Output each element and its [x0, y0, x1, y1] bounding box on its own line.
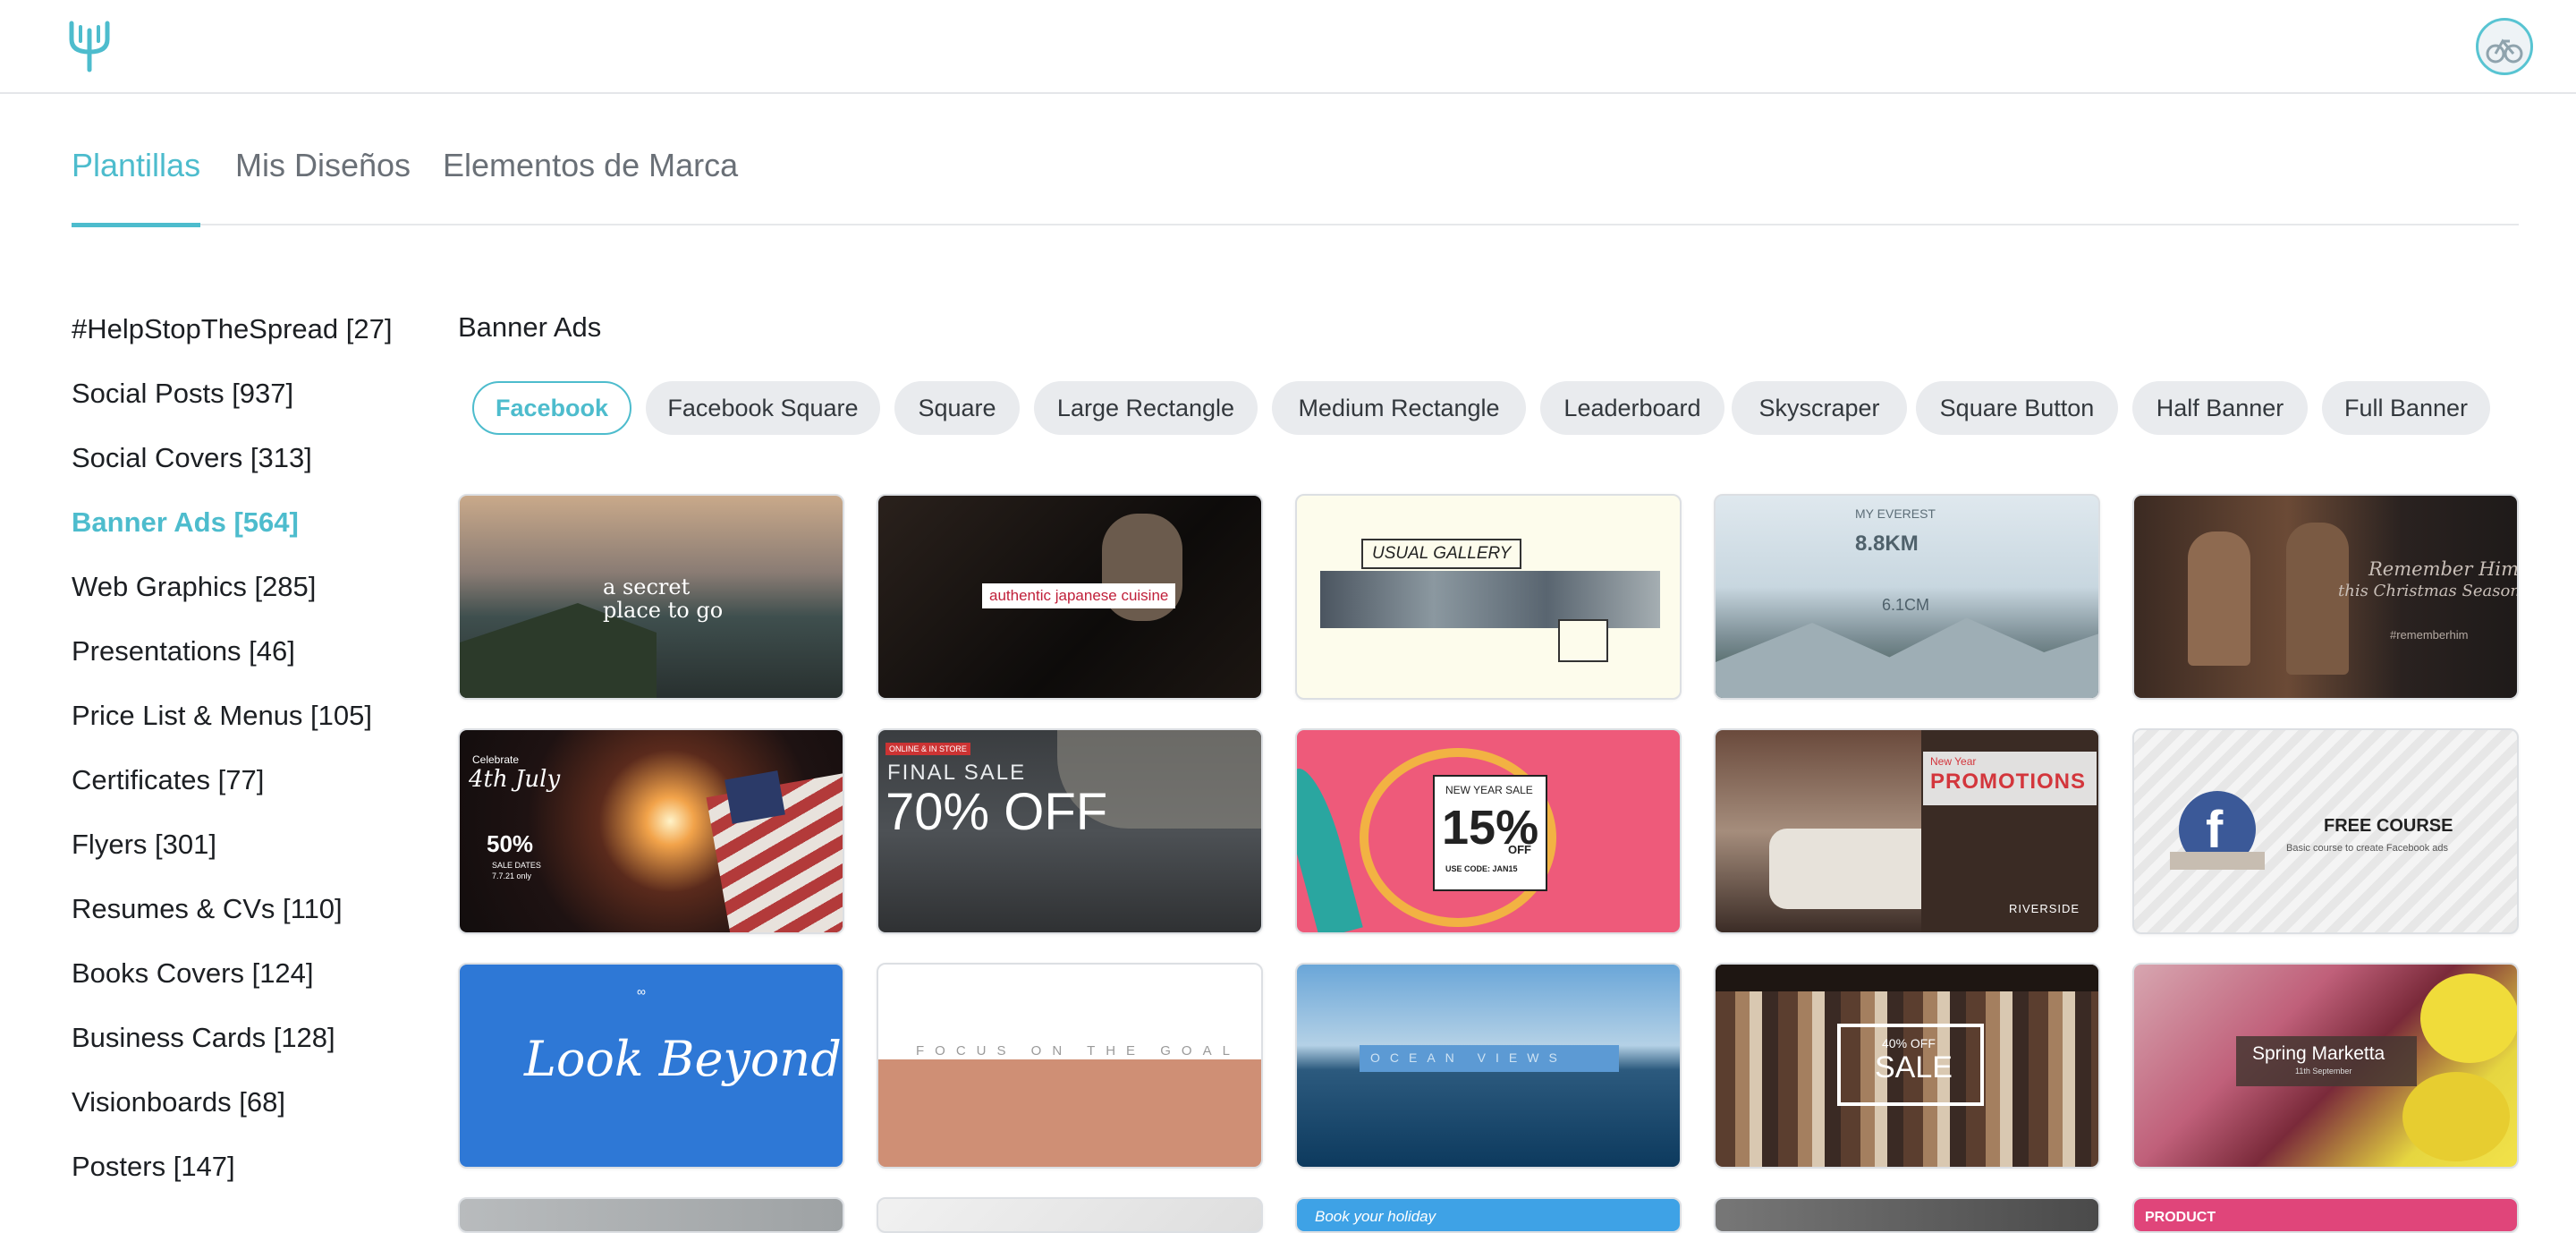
- card-text: 7.7.21 only: [492, 872, 532, 880]
- card-text: 70% OFF: [886, 783, 1108, 841]
- card-text: #rememberhim: [2390, 628, 2469, 642]
- card-text: New Year: [1930, 755, 1977, 768]
- card-text: OFF: [1508, 843, 1531, 856]
- template-card[interactable]: NEW YEAR SALE 15% OFF USE CODE: JAN15: [1295, 728, 1682, 934]
- card-text: MY EVEREST: [1855, 506, 1936, 521]
- card-text: USUAL GALLERY: [1361, 539, 1522, 569]
- chip-full-banner[interactable]: Full Banner: [2322, 381, 2490, 435]
- card-text: 11th September: [2295, 1067, 2352, 1076]
- template-card[interactable]: [458, 1197, 844, 1233]
- card-text: Look Beyond: [524, 1031, 842, 1087]
- card-text: Book your holiday: [1315, 1208, 1436, 1225]
- card-text: 50%: [487, 830, 534, 857]
- card-text: PRODUCT: [2145, 1210, 2216, 1225]
- template-card[interactable]: Celebrate 4th July 50% SALE DATES 7.7.21…: [458, 728, 844, 934]
- card-text: Spring Marketta: [2252, 1043, 2385, 1064]
- template-card[interactable]: authentic japanese cuisine: [877, 494, 1263, 700]
- template-card[interactable]: New Year PROMOTIONS RIVERSIDE: [1714, 728, 2100, 934]
- chip-large-rectangle[interactable]: Large Rectangle: [1034, 381, 1258, 435]
- card-text: Celebrate: [472, 753, 520, 766]
- card-text: authentic japanese cuisine: [982, 583, 1176, 608]
- template-card[interactable]: Spring Marketta 11th September: [2132, 963, 2519, 1169]
- sidebar-item-presentations[interactable]: Presentations [46]: [72, 635, 295, 675]
- card-text: ONLINE & IN STORE: [886, 743, 970, 755]
- main-tabs: Plantillas Mis Diseños Elementos de Marc…: [72, 134, 2519, 227]
- card-text: a secret: [603, 574, 691, 599]
- card-text: PROMOTIONS: [1930, 770, 2087, 794]
- brand-logo-icon[interactable]: [68, 20, 111, 73]
- template-card[interactable]: [877, 1197, 1263, 1233]
- card-text: SALE DATES: [492, 861, 541, 870]
- sidebar-item-flyers[interactable]: Flyers [301]: [72, 829, 216, 868]
- chip-half-banner[interactable]: Half Banner: [2132, 381, 2308, 435]
- facebook-icon: f: [2206, 801, 2224, 859]
- sidebar-item-web-graphics[interactable]: Web Graphics [285]: [72, 571, 316, 610]
- template-card[interactable]: a secret place to go: [458, 494, 844, 700]
- card-text: RIVERSIDE: [2009, 902, 2080, 915]
- template-card[interactable]: USUAL GALLERY: [1295, 494, 1682, 700]
- sidebar-item-books-covers[interactable]: Books Covers [124]: [72, 957, 314, 997]
- card-text: USE CODE: JAN15: [1445, 864, 1518, 873]
- template-card[interactable]: 40% OFF SALE: [1714, 963, 2100, 1169]
- card-text: 6.1CM: [1882, 596, 1930, 614]
- card-text: Basic course to create Facebook ads: [2286, 843, 2448, 854]
- sidebar-item-helpstopthespread[interactable]: #HelpStopTheSpread [27]: [72, 313, 392, 353]
- chip-medium-rectangle[interactable]: Medium Rectangle: [1272, 381, 1526, 435]
- card-text: SALE: [1875, 1050, 1953, 1084]
- top-bar: [0, 0, 2576, 94]
- card-text: place to go: [603, 598, 724, 623]
- glasses-icon: ∞: [637, 984, 646, 999]
- chip-facebook[interactable]: Facebook: [472, 381, 631, 435]
- template-card[interactable]: FOCUS ON THE GOAL: [877, 963, 1263, 1169]
- sidebar-item-social-covers[interactable]: Social Covers [313]: [72, 442, 312, 481]
- sidebar-item-price-list-menus[interactable]: Price List & Menus [105]: [72, 700, 372, 739]
- template-card[interactable]: Remember Him this Christmas Season #reme…: [2132, 494, 2519, 700]
- chip-square-button[interactable]: Square Button: [1916, 381, 2118, 435]
- template-card[interactable]: OCEAN VIEWS: [1295, 963, 1682, 1169]
- chip-facebook-square[interactable]: Facebook Square: [646, 381, 880, 435]
- card-text: OCEAN VIEWS: [1370, 1050, 1567, 1065]
- user-avatar-icon[interactable]: [2476, 18, 2533, 75]
- sidebar-item-resumes-cvs[interactable]: Resumes & CVs [110]: [72, 893, 343, 932]
- card-text: FOCUS ON THE GOAL: [916, 1043, 1241, 1059]
- sidebar-item-business-cards[interactable]: Business Cards [128]: [72, 1022, 335, 1061]
- card-text: 4th July: [469, 766, 561, 793]
- card-text: 40% OFF: [1882, 1036, 1936, 1050]
- section-title: Banner Ads: [458, 311, 602, 343]
- template-card[interactable]: f FREE COURSE Basic course to create Fac…: [2132, 728, 2519, 934]
- template-card[interactable]: ∞ Look Beyond: [458, 963, 844, 1169]
- card-text: 8.8KM: [1855, 531, 1919, 556]
- sidebar-item-posters[interactable]: Posters [147]: [72, 1151, 235, 1190]
- sidebar-item-visionboards[interactable]: Visionboards [68]: [72, 1086, 285, 1126]
- template-card[interactable]: MY EVEREST 8.8KM 6.1CM: [1714, 494, 2100, 700]
- card-text: NEW YEAR SALE: [1445, 784, 1533, 796]
- template-card[interactable]: PRODUCT: [2132, 1197, 2519, 1233]
- tab-plantillas[interactable]: Plantillas: [72, 147, 201, 227]
- chip-skyscraper[interactable]: Skyscraper: [1732, 381, 1907, 435]
- template-card[interactable]: [1714, 1197, 2100, 1233]
- chip-square[interactable]: Square: [894, 381, 1020, 435]
- template-card[interactable]: Book your holiday: [1295, 1197, 1682, 1233]
- card-text: this Christmas Season: [2338, 582, 2519, 600]
- sidebar-item-banner-ads[interactable]: Banner Ads [564]: [72, 506, 299, 546]
- tab-mis-disenos[interactable]: Mis Diseños: [235, 147, 411, 225]
- chip-leaderboard[interactable]: Leaderboard: [1540, 381, 1724, 435]
- template-card[interactable]: ONLINE & IN STORE FINAL SALE 70% OFF: [877, 728, 1263, 934]
- sidebar-item-social-posts[interactable]: Social Posts [937]: [72, 378, 293, 417]
- card-text: FREE COURSE: [2324, 816, 2453, 836]
- card-text: Remember Him: [2368, 558, 2519, 580]
- sidebar-item-certificates[interactable]: Certificates [77]: [72, 764, 264, 804]
- tab-elementos-de-marca[interactable]: Elementos de Marca: [443, 147, 738, 225]
